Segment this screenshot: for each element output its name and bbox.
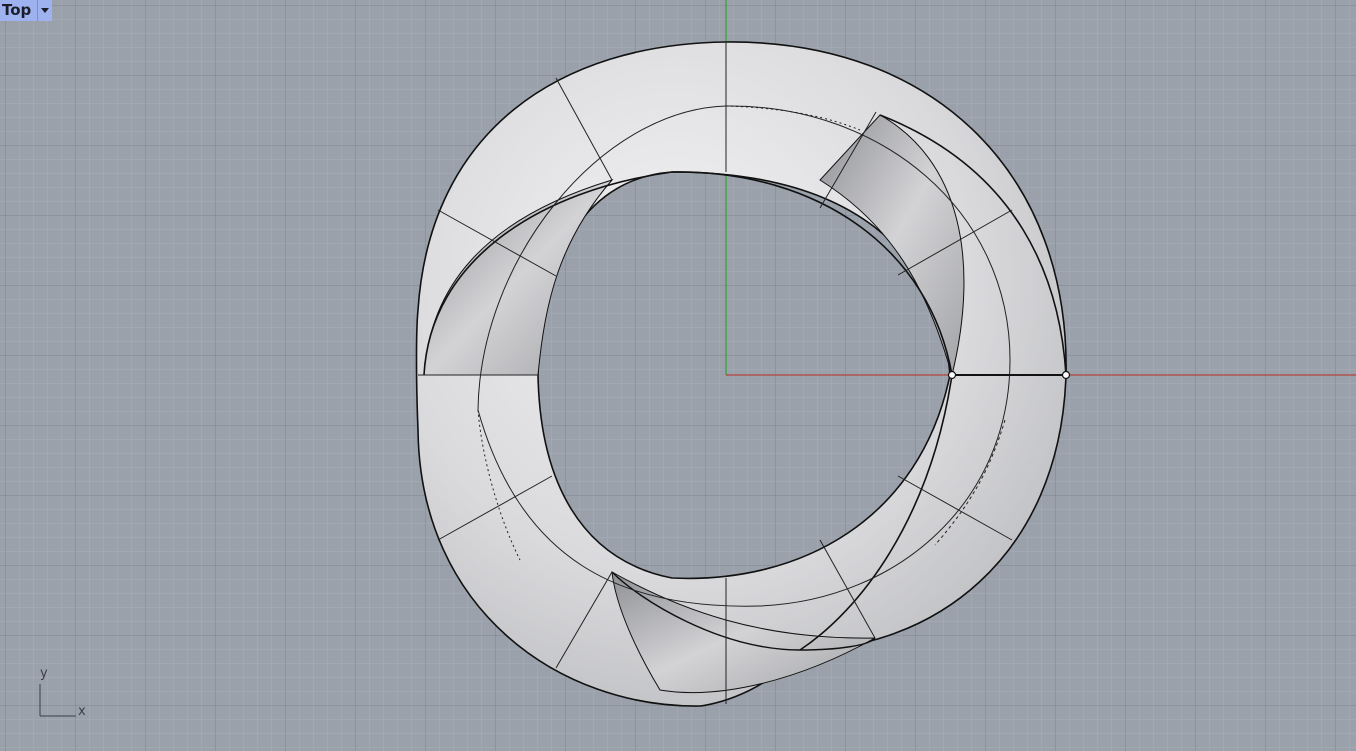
seam-point[interactable] <box>947 370 957 380</box>
widget-y-label: y <box>40 666 48 681</box>
seam-point[interactable] <box>1061 370 1071 380</box>
top-viewport[interactable]: y x Top <box>0 0 1356 751</box>
viewport-title[interactable]: Top <box>0 0 38 21</box>
caret-down-icon[interactable] <box>37 0 53 21</box>
widget-x-label: x <box>78 704 86 719</box>
viewport-canvas[interactable] <box>0 0 1356 751</box>
viewport-tab[interactable]: Top <box>0 0 53 21</box>
